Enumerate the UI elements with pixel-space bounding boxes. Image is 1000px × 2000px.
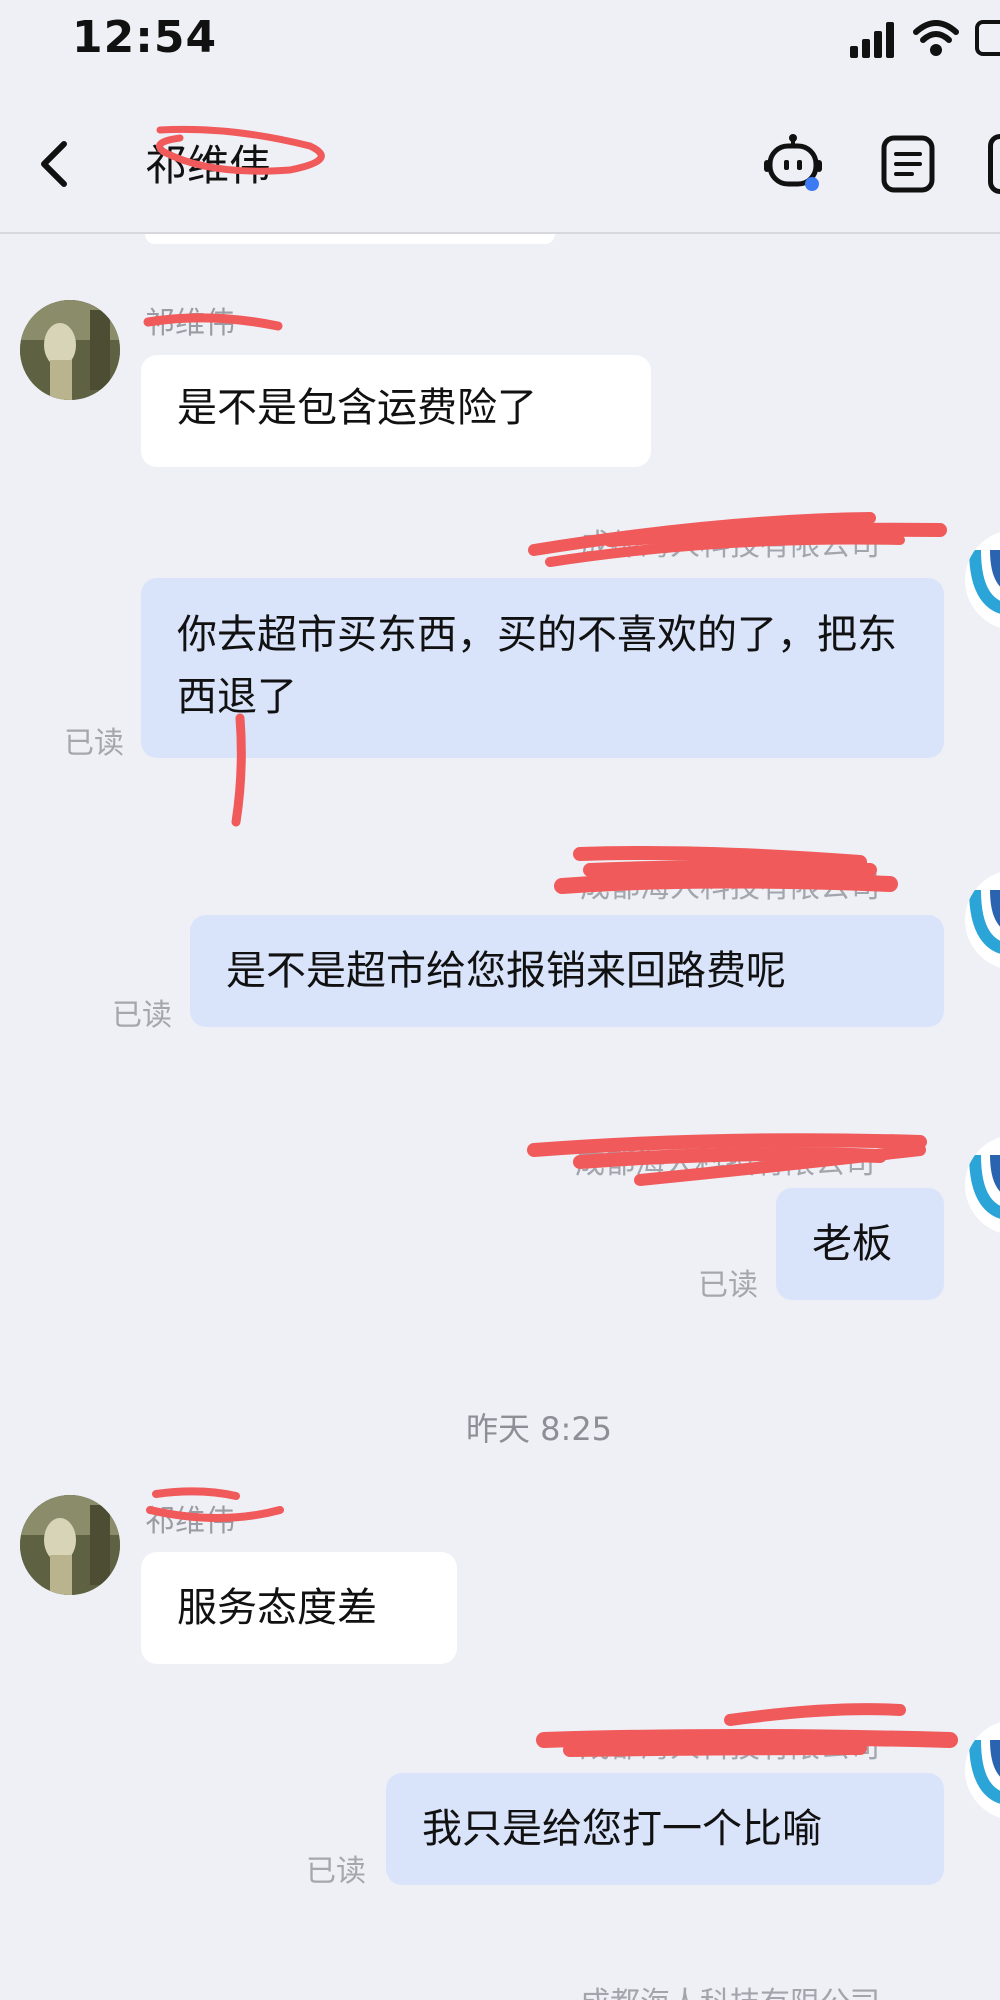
chat-screen: 12:54 祁维伟 祁维伟 是不是包含运费险了 成都海人科技有限公司 已读 你去… [0, 0, 1000, 2000]
contact-avatar[interactable] [20, 1495, 120, 1595]
message-bubble-outgoing[interactable]: 是不是超市给您报销来回路费呢 [190, 915, 944, 1027]
chat-title: 祁维伟 [145, 141, 272, 190]
robot-icon[interactable] [762, 132, 824, 194]
message-bubble-outgoing[interactable]: 你去超市买东西，买的不喜欢的了，把东西退了 [141, 578, 944, 758]
status-time: 12:54 [72, 12, 218, 63]
sender-name: 成都海人科技有限公司 [575, 1146, 875, 1181]
chat-header: 祁维伟 [0, 96, 1000, 234]
company-avatar[interactable] [965, 530, 1000, 630]
message-bubble-outgoing[interactable]: 老板 [776, 1188, 944, 1300]
previous-message-bubble [145, 234, 555, 244]
back-arrow-icon[interactable] [30, 136, 80, 192]
notes-icon[interactable] [880, 134, 936, 194]
company-avatar[interactable] [965, 1135, 1000, 1235]
sender-name: 祁维伟 [145, 306, 235, 341]
company-avatar[interactable] [965, 1720, 1000, 1820]
company-avatar[interactable] [965, 870, 1000, 970]
battery-icon [975, 20, 1000, 56]
read-receipt: 已读 [698, 1268, 758, 1303]
sender-name: 成都海人科技有限公司 [580, 870, 880, 905]
read-receipt: 已读 [112, 998, 172, 1033]
read-receipt: 已读 [64, 726, 124, 761]
timestamp: 昨天 8:25 [466, 1410, 613, 1448]
contact-avatar[interactable] [20, 300, 120, 400]
read-receipt: 已读 [306, 1854, 366, 1889]
wifi-icon [912, 18, 960, 58]
message-bubble-incoming[interactable]: 服务态度差 [141, 1552, 457, 1664]
message-bubble-outgoing[interactable]: 我只是给您打一个比喻 [386, 1773, 944, 1885]
signal-icon [850, 22, 898, 58]
sender-name: 成都海人科技有限公司 [580, 528, 880, 563]
sender-name: 成都海人科技有限公司 [580, 1978, 880, 2000]
sender-name: 祁维伟 [145, 1504, 235, 1539]
sender-name: 成都海人科技有限公司 [580, 1730, 880, 1765]
message-bubble-incoming[interactable]: 是不是包含运费险了 [141, 355, 651, 467]
more-icon[interactable] [988, 134, 1000, 194]
